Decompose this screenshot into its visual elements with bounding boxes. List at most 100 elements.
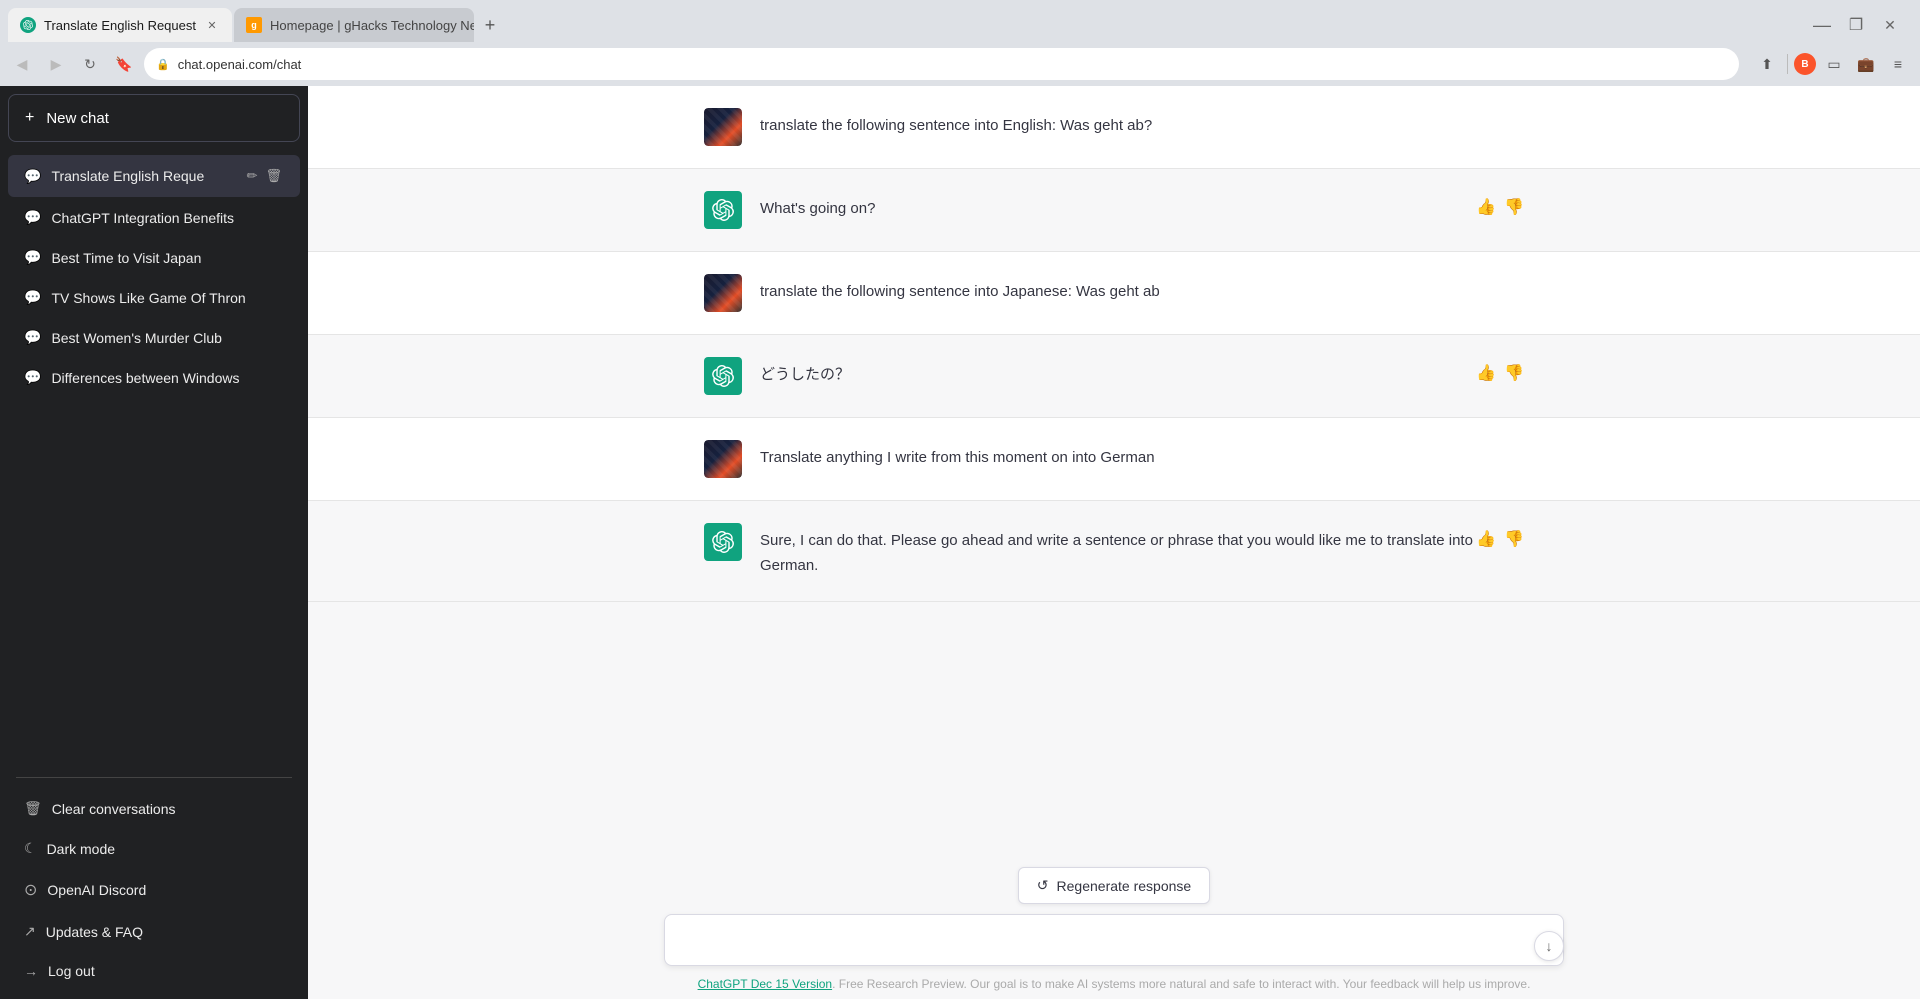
- updates-label: Updates & FAQ: [46, 924, 284, 940]
- back-button[interactable]: ◀: [8, 50, 36, 78]
- message-content-4: どうしたの？: [760, 357, 1524, 388]
- message-row-5: Translate anything I write from this mom…: [308, 418, 1920, 501]
- user-avatar-image-1: [704, 108, 742, 146]
- logout-label: Log out: [48, 963, 284, 979]
- security-lock-icon: 🔒: [156, 58, 170, 71]
- sidebar-item-tv-shows[interactable]: 💬 TV Shows Like Game Of Thron: [8, 278, 300, 317]
- logout-icon: →: [24, 963, 38, 979]
- plus-icon: +: [25, 109, 34, 127]
- chat-input[interactable]: [664, 914, 1564, 966]
- message-content-1: translate the following sentence into En…: [760, 108, 1524, 139]
- sidebar-item-label-4: Best Women's Murder Club: [51, 330, 284, 346]
- discord-icon: ⊙: [24, 880, 37, 900]
- message-actions-2: 👍 👎: [1476, 197, 1524, 217]
- tab-ghacks-title: Homepage | gHacks Technology News: [270, 18, 474, 33]
- window-close[interactable]: ✕: [1876, 11, 1904, 39]
- sidebar-item-logout[interactable]: → Log out: [8, 952, 300, 990]
- sidebar-item-label-1: ChatGPT Integration Benefits: [51, 210, 284, 226]
- sidebar-toggle-button[interactable]: ▭: [1820, 50, 1848, 78]
- sidebar-item-label-2: Best Time to Visit Japan: [51, 250, 284, 266]
- chat-icon-1: 💬: [24, 209, 41, 226]
- message-inner-6: Sure, I can do that. Please go ahead and…: [664, 523, 1564, 579]
- discord-label: OpenAI Discord: [47, 882, 284, 898]
- thumbup-button-2[interactable]: 👍: [1476, 197, 1496, 217]
- thumbdown-button-6[interactable]: 👎: [1504, 529, 1524, 549]
- message-content-6: Sure, I can do that. Please go ahead and…: [760, 523, 1524, 579]
- ghacks-favicon: g: [246, 17, 262, 33]
- window-maximize[interactable]: ❐: [1842, 11, 1870, 39]
- toolbar-right: ⬆ B ▭ 💼 ≡: [1753, 50, 1912, 78]
- message-row-1: translate the following sentence into En…: [308, 86, 1920, 169]
- tab-chatgpt[interactable]: Translate English Request ✕: [8, 8, 232, 42]
- sidebar-item-updates[interactable]: ↗ Updates & FAQ: [8, 912, 300, 951]
- address-text: chat.openai.com/chat: [178, 57, 1727, 72]
- new-chat-button[interactable]: + New chat: [8, 94, 300, 142]
- bookmark-button[interactable]: 🔖: [110, 50, 138, 78]
- assistant-avatar-2: [704, 191, 742, 229]
- chat-icon-4: 💬: [24, 329, 41, 346]
- sidebar-bottom: 🗑 Clear conversations ☾ Dark mode ⊙ Open…: [0, 784, 308, 999]
- share-button[interactable]: ⬆: [1753, 50, 1781, 78]
- user-avatar-1: [704, 108, 742, 146]
- sidebar-item-japan[interactable]: 💬 Best Time to Visit Japan: [8, 238, 300, 277]
- sidebar-item-translate-english[interactable]: 💬 Translate English Reque ✏ 🗑: [8, 155, 300, 197]
- thumbdown-button-4[interactable]: 👎: [1504, 363, 1524, 383]
- tab-chatgpt-title: Translate English Request: [44, 18, 196, 33]
- message-inner-2: What's going on? 👍 👎: [664, 191, 1564, 229]
- sidebar-item-murder-club[interactable]: 💬 Best Women's Murder Club: [8, 318, 300, 357]
- delete-conversation-icon[interactable]: 🗑: [263, 166, 284, 186]
- brave-shield-icon[interactable]: B: [1794, 53, 1816, 75]
- message-actions-6: 👍 👎: [1476, 529, 1524, 549]
- message-row-3: translate the following sentence into Ja…: [308, 252, 1920, 335]
- message-content-2: What's going on?: [760, 191, 1524, 222]
- sidebar-item-dark-mode[interactable]: ☾ Dark mode: [8, 829, 300, 868]
- sidebar-item-actions: ✏ 🗑: [245, 166, 284, 186]
- chat-icon-3: 💬: [24, 289, 41, 306]
- edit-conversation-icon[interactable]: ✏: [245, 166, 260, 186]
- message-inner-4: どうしたの？ 👍 👎: [664, 357, 1564, 395]
- footer-disclaimer: . Free Research Preview. Our goal is to …: [832, 977, 1530, 991]
- regenerate-area: ↺ Regenerate response: [324, 867, 1904, 904]
- message-actions-4: 👍 👎: [1476, 363, 1524, 383]
- browser-chrome: Translate English Request ✕ g Homepage |…: [0, 0, 1920, 86]
- reload-button[interactable]: ↻: [76, 50, 104, 78]
- sidebar-item-label-3: TV Shows Like Game Of Thron: [51, 290, 284, 306]
- tab-chatgpt-close[interactable]: ✕: [204, 17, 220, 33]
- thumbup-button-6[interactable]: 👍: [1476, 529, 1496, 549]
- tab-bar: Translate English Request ✕ g Homepage |…: [0, 0, 1920, 42]
- new-tab-button[interactable]: +: [476, 11, 504, 39]
- sidebar-item-windows-diff[interactable]: 💬 Differences between Windows: [8, 358, 300, 397]
- sidebar-item-label-0: Translate English Reque: [51, 168, 234, 184]
- wallet-button[interactable]: 💼: [1852, 50, 1880, 78]
- sidebar-conversation-list: 💬 Translate English Reque ✏ 🗑 💬 ChatGPT …: [0, 150, 308, 771]
- moon-icon: ☾: [24, 840, 37, 857]
- tab-ghacks[interactable]: g Homepage | gHacks Technology News: [234, 8, 474, 42]
- toolbar-divider: [1787, 54, 1788, 74]
- chat-icon-0: 💬: [24, 168, 41, 185]
- menu-button[interactable]: ≡: [1884, 50, 1912, 78]
- message-content-5: Translate anything I write from this mom…: [760, 440, 1524, 471]
- sidebar-item-chatgpt-integration[interactable]: 💬 ChatGPT Integration Benefits: [8, 198, 300, 237]
- regenerate-button[interactable]: ↺ Regenerate response: [1018, 867, 1210, 904]
- message-inner-5: Translate anything I write from this mom…: [664, 440, 1564, 478]
- clear-conversations-label: Clear conversations: [52, 801, 284, 817]
- regenerate-label: Regenerate response: [1057, 878, 1192, 894]
- thumbup-button-4[interactable]: 👍: [1476, 363, 1496, 383]
- sidebar-item-label-5: Differences between Windows: [51, 370, 284, 386]
- address-bar[interactable]: 🔒 chat.openai.com/chat: [144, 48, 1739, 80]
- scroll-to-bottom-button[interactable]: ↓: [1534, 931, 1564, 961]
- sidebar-item-discord[interactable]: ⊙ OpenAI Discord: [8, 869, 300, 911]
- chatgpt-favicon: [20, 17, 36, 33]
- input-container: ▶ ↓: [664, 914, 1564, 971]
- dark-mode-label: Dark mode: [47, 841, 284, 857]
- trash-icon: 🗑: [24, 800, 42, 817]
- sidebar-item-clear[interactable]: 🗑 Clear conversations: [8, 789, 300, 828]
- footer-text: ChatGPT Dec 15 Version. Free Research Pr…: [664, 977, 1564, 991]
- forward-button[interactable]: ▶: [42, 50, 70, 78]
- message-row-4: どうしたの？ 👍 👎: [308, 335, 1920, 418]
- chatgpt-version-link[interactable]: ChatGPT Dec 15 Version: [698, 977, 833, 991]
- window-minimize[interactable]: —: [1808, 11, 1836, 39]
- sidebar: + New chat 💬 Translate English Reque ✏ 🗑…: [0, 86, 308, 999]
- user-avatar-image-3: [704, 274, 742, 312]
- thumbdown-button-2[interactable]: 👎: [1504, 197, 1524, 217]
